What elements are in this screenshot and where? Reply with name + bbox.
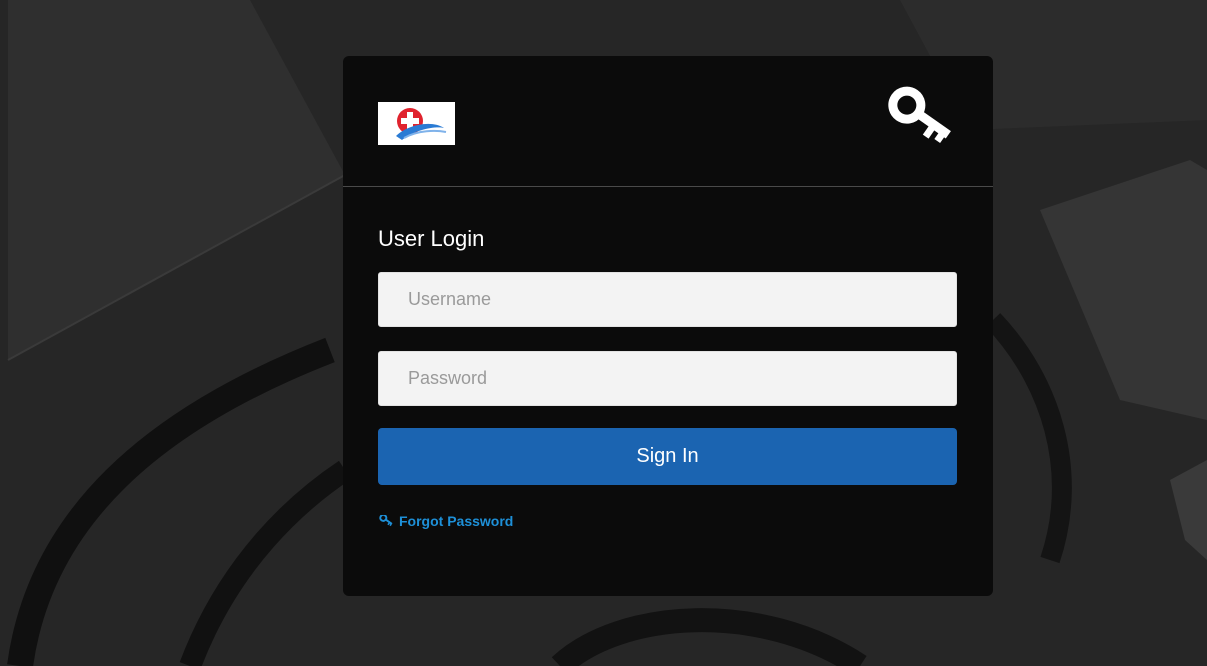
login-page: User Login Sign In Forgot Password — [0, 0, 1207, 666]
password-input[interactable] — [378, 351, 957, 406]
login-card: User Login Sign In Forgot Password — [343, 56, 993, 596]
sign-in-button[interactable]: Sign In — [378, 428, 957, 485]
forgot-password-link[interactable]: Forgot Password — [378, 513, 513, 529]
username-input[interactable] — [378, 272, 957, 327]
key-icon — [379, 515, 393, 527]
key-icon — [888, 86, 951, 144]
page-title: User Login — [378, 226, 485, 251]
card-header — [343, 56, 993, 187]
forgot-password-label: Forgot Password — [399, 513, 514, 529]
medical-cross-logo — [378, 102, 455, 145]
